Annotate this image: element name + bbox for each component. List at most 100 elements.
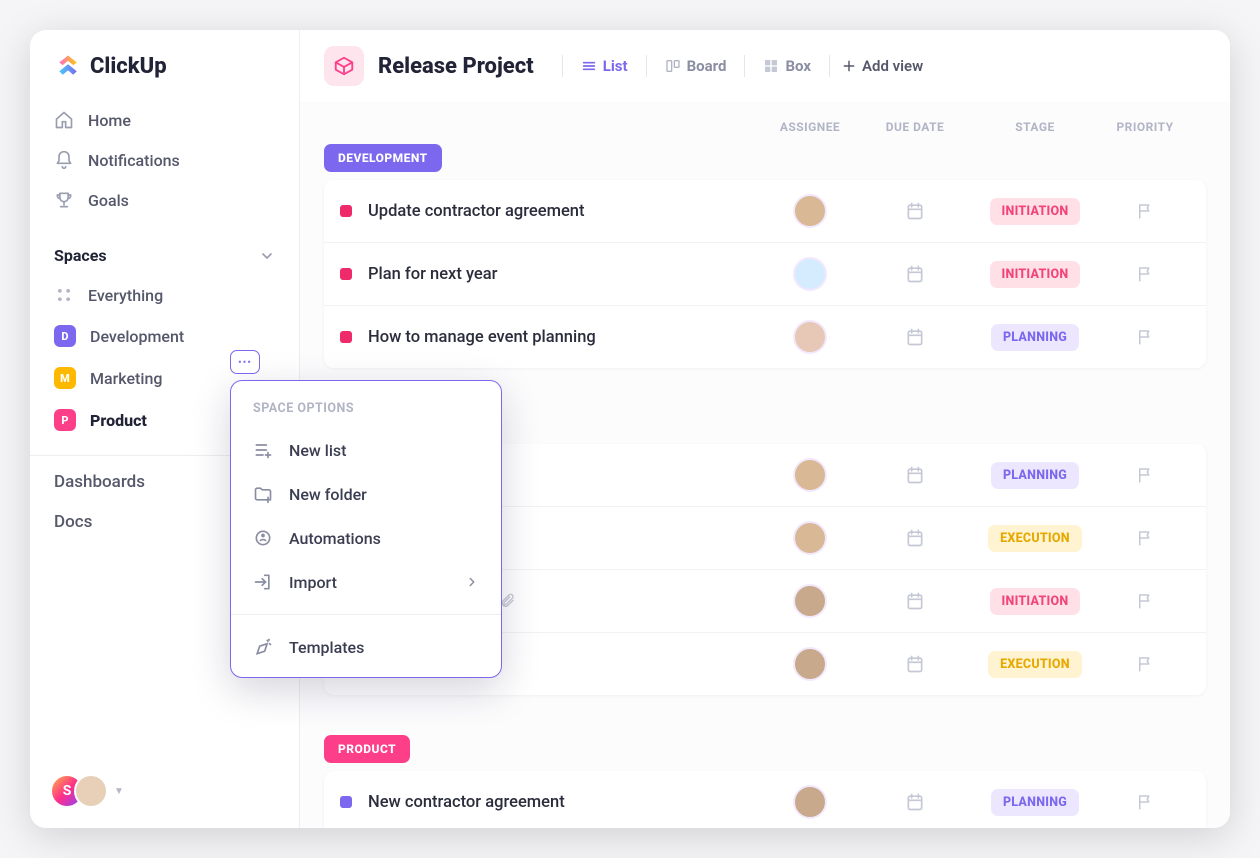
assignee-avatar — [793, 584, 827, 618]
cube-icon — [333, 55, 355, 77]
due-date-cell[interactable] — [860, 264, 970, 284]
status-dot-icon — [340, 796, 352, 808]
nav-home[interactable]: Home — [42, 100, 287, 140]
stage-cell[interactable]: INITIATION — [970, 198, 1100, 225]
space-color-icon: D — [54, 325, 76, 347]
task-row[interactable]: New contractor agreementPLANNING — [324, 771, 1206, 828]
col-priority: PRIORITY — [1100, 120, 1190, 134]
priority-cell[interactable] — [1100, 793, 1190, 811]
nav-notifications[interactable]: Notifications — [42, 140, 287, 180]
automation-icon — [253, 528, 273, 548]
caret-down-icon: ▼ — [114, 786, 124, 797]
flag-icon — [1136, 529, 1154, 547]
priority-cell[interactable] — [1100, 655, 1190, 673]
due-date-cell[interactable] — [860, 327, 970, 347]
priority-cell[interactable] — [1100, 592, 1190, 610]
task-row[interactable]: Update contractor agreementINITIATION — [324, 180, 1206, 243]
view-tab-list[interactable]: List — [567, 51, 642, 81]
view-tab-board[interactable]: Board — [651, 51, 741, 81]
calendar-icon — [905, 201, 925, 221]
assignee-avatar — [793, 194, 827, 228]
assignee-cell[interactable] — [760, 257, 860, 291]
calendar-icon — [905, 654, 925, 674]
stage-cell[interactable]: INITIATION — [970, 261, 1100, 288]
task-group: DEVELOPMENT Update contractor agreementIN… — [324, 144, 1206, 368]
spaces-header[interactable]: Spaces — [30, 232, 299, 275]
priority-cell[interactable] — [1100, 202, 1190, 220]
stage-cell[interactable]: PLANNING — [970, 462, 1100, 489]
assignee-cell[interactable] — [760, 584, 860, 618]
space-everything[interactable]: Everything — [30, 275, 299, 315]
flag-icon — [1136, 265, 1154, 283]
grid-dots-icon — [54, 285, 74, 305]
chevron-down-icon — [259, 248, 275, 264]
assignee-cell[interactable] — [760, 521, 860, 555]
group-chip[interactable]: PRODUCT — [324, 735, 410, 763]
nav-goals-label: Goals — [88, 191, 129, 210]
add-view-button[interactable]: Add view — [842, 57, 923, 75]
menu-import[interactable]: Import — [231, 560, 501, 604]
templates-icon — [253, 637, 273, 657]
col-due: DUE DATE — [860, 120, 970, 134]
calendar-icon — [905, 528, 925, 548]
stage-chip: EXECUTION — [988, 525, 1082, 552]
calendar-icon — [905, 792, 925, 812]
user-avatar — [74, 774, 108, 808]
stage-cell[interactable]: INITIATION — [970, 588, 1100, 615]
board-icon — [665, 58, 681, 74]
task-rows: New contractor agreementPLANNINGRefresh … — [324, 771, 1206, 828]
nav-goals[interactable]: Goals — [42, 180, 287, 220]
space-options-trigger[interactable]: ⋯ — [230, 350, 260, 374]
task-title: How to manage event planning — [368, 328, 596, 347]
stage-cell[interactable]: EXECUTION — [970, 525, 1100, 552]
trophy-icon — [54, 190, 74, 210]
flag-icon — [1136, 328, 1154, 346]
import-icon — [253, 572, 273, 592]
assignee-cell[interactable] — [760, 647, 860, 681]
assignee-cell[interactable] — [760, 194, 860, 228]
space-label: Development — [90, 327, 184, 346]
stage-cell[interactable]: PLANNING — [970, 324, 1100, 351]
due-date-cell[interactable] — [860, 528, 970, 548]
project-header: Release Project List Board Box — [300, 30, 1230, 102]
stage-cell[interactable]: EXECUTION — [970, 651, 1100, 678]
space-color-icon: M — [54, 367, 76, 389]
menu-new-list[interactable]: New list — [231, 428, 501, 472]
flag-icon — [1136, 592, 1154, 610]
flag-icon — [1136, 466, 1154, 484]
nav-home-label: Home — [88, 111, 131, 130]
plus-icon — [842, 59, 856, 73]
space-color-icon: P — [54, 409, 76, 431]
menu-automations[interactable]: Automations — [231, 516, 501, 560]
priority-cell[interactable] — [1100, 265, 1190, 283]
due-date-cell[interactable] — [860, 201, 970, 221]
stage-cell[interactable]: PLANNING — [970, 789, 1100, 816]
task-row[interactable]: Plan for next yearINITIATION — [324, 243, 1206, 306]
calendar-icon — [905, 465, 925, 485]
view-tabs: List Board Box Add view — [558, 51, 923, 81]
assignee-cell[interactable] — [760, 458, 860, 492]
home-icon — [54, 110, 74, 130]
stage-chip: PLANNING — [991, 324, 1079, 351]
assignee-cell[interactable] — [760, 785, 860, 819]
primary-nav: Home Notifications Goals — [30, 96, 299, 232]
due-date-cell[interactable] — [860, 591, 970, 611]
group-chip[interactable]: DEVELOPMENT — [324, 144, 442, 172]
due-date-cell[interactable] — [860, 465, 970, 485]
due-date-cell[interactable] — [860, 654, 970, 674]
priority-cell[interactable] — [1100, 328, 1190, 346]
space-item-development[interactable]: D Development — [30, 315, 299, 357]
calendar-icon — [905, 327, 925, 347]
due-date-cell[interactable] — [860, 792, 970, 812]
menu-new-folder[interactable]: New folder — [231, 472, 501, 516]
user-avatar-stack[interactable]: S ▼ — [50, 774, 124, 808]
assignee-cell[interactable] — [760, 320, 860, 354]
assignee-avatar — [793, 785, 827, 819]
assignee-avatar — [793, 521, 827, 555]
priority-cell[interactable] — [1100, 466, 1190, 484]
menu-templates[interactable]: Templates — [231, 625, 501, 669]
new-list-icon — [253, 440, 273, 460]
priority-cell[interactable] — [1100, 529, 1190, 547]
chevron-right-icon — [465, 575, 479, 589]
view-tab-box[interactable]: Box — [749, 51, 825, 81]
